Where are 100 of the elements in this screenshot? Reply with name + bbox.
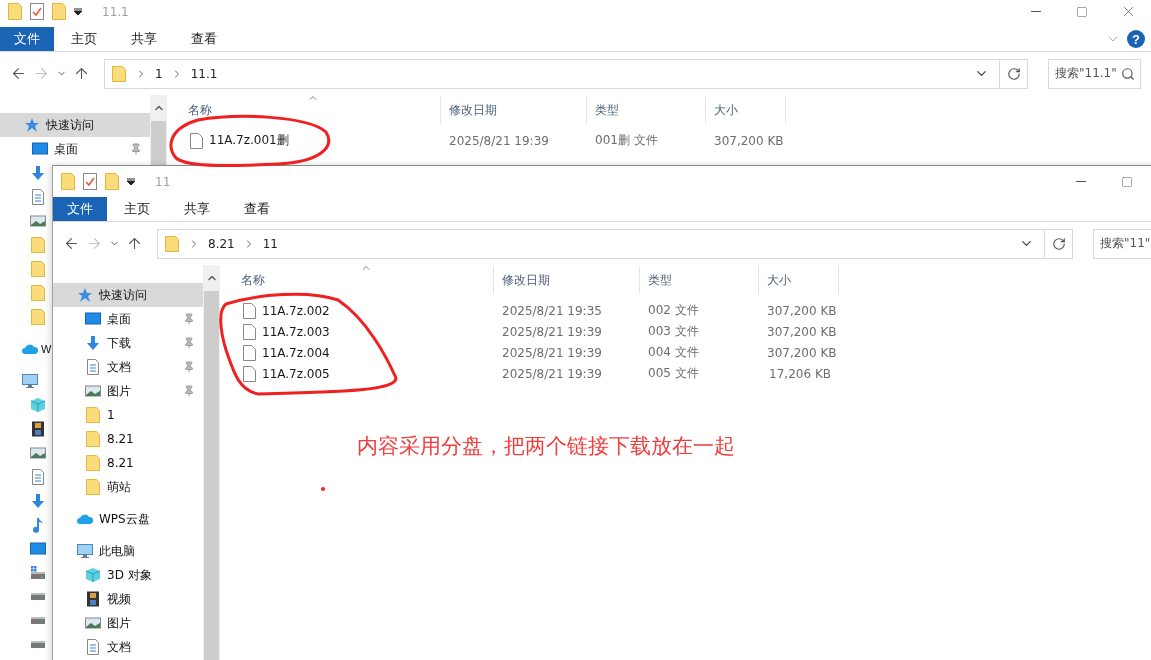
ribbon-tab[interactable]: 主页	[107, 197, 167, 221]
sidebar-item[interactable]: 3D 对象	[53, 563, 203, 587]
star-icon	[24, 117, 40, 133]
document-icon	[30, 469, 46, 485]
computer-icon	[77, 543, 93, 559]
sidebar-item[interactable]: 文档	[53, 355, 203, 379]
scroll-thumb[interactable]	[151, 121, 166, 165]
sidebar-item[interactable]: 快速访问	[0, 113, 150, 137]
sidebar-item[interactable]: WPS云盘	[53, 507, 203, 531]
search-field[interactable]: 搜索"11"	[1093, 228, 1151, 259]
down-arrow-icon	[30, 165, 46, 181]
column-header[interactable]: 修改日期	[441, 96, 587, 124]
breadcrumb[interactable]: 11.1	[190, 66, 218, 81]
scrollbar[interactable]	[150, 95, 167, 165]
folder-icon	[52, 3, 66, 20]
sidebar-label[interactable]: W	[41, 343, 52, 355]
column-header[interactable]: 名称	[167, 96, 441, 124]
search-field[interactable]: 搜索"11.1"	[1048, 58, 1141, 89]
refresh-button[interactable]	[1045, 228, 1073, 259]
down-arrow-icon	[85, 335, 101, 351]
file-name[interactable]: 11A.7z.004	[220, 344, 494, 361]
sidebar-item[interactable]: 1	[53, 403, 203, 427]
type-cell-text: 005 文件	[647, 365, 700, 382]
back-arrow-icon[interactable]	[10, 65, 27, 82]
pin-icon[interactable]	[183, 337, 195, 349]
sidebar-item[interactable]: 下载	[53, 331, 203, 355]
minimize-icon	[1031, 11, 1041, 12]
sidebar-item[interactable]: 视频	[53, 587, 203, 611]
maximize-icon	[1121, 175, 1133, 188]
column-header[interactable]: 大小	[706, 96, 786, 124]
folder-icon	[164, 235, 180, 252]
folder-icon	[30, 285, 46, 301]
file-name[interactable]: 11A.7z.005	[220, 365, 494, 382]
ink-dot	[321, 487, 325, 491]
pin-icon[interactable]	[183, 361, 195, 373]
file-menu-button[interactable]: 文件	[0, 27, 54, 51]
dropdown-icon[interactable]	[74, 7, 82, 16]
address-bar[interactable]: 1 11.1	[104, 58, 1000, 89]
sidebar-item[interactable]: 8.21	[53, 427, 203, 451]
folder-icon	[85, 431, 101, 447]
sidebar-item[interactable]: 8.21	[53, 451, 203, 475]
sidebar-item[interactable]: 萌站	[53, 475, 203, 499]
column-header[interactable]: 名称	[220, 266, 494, 294]
drive-icon	[30, 617, 46, 625]
date-cell-text: 2025/8/21 19:39	[501, 324, 603, 339]
sidebar-item[interactable]: 文档	[53, 635, 203, 659]
sidebar-item[interactable]: 图片	[53, 379, 203, 403]
down-arrow-icon	[30, 493, 46, 509]
pin-icon[interactable]	[183, 313, 195, 325]
folder-icon	[85, 479, 101, 495]
file-icon	[243, 302, 256, 319]
computer-icon	[22, 373, 38, 389]
dropdown-icon[interactable]	[127, 177, 135, 186]
window-title: 11	[155, 174, 171, 189]
ribbon-tab[interactable]: 共享	[167, 197, 227, 221]
column-header[interactable]: 类型	[587, 96, 706, 124]
sidebar-item[interactable]: 快速访问	[53, 283, 203, 307]
scroll-thumb[interactable]	[204, 291, 219, 660]
file-menu-button[interactable]: 文件	[53, 197, 107, 221]
address-bar[interactable]: 8.21 11	[157, 228, 1045, 259]
checklist-icon	[30, 3, 44, 20]
help-button[interactable]: ?	[1127, 30, 1145, 48]
folder-icon	[30, 261, 46, 277]
minimize-icon	[1076, 181, 1086, 182]
refresh-button[interactable]	[1000, 58, 1028, 89]
file-icon	[243, 344, 256, 361]
folder-icon	[85, 407, 101, 423]
file-name[interactable]: 11A.7z.001删	[167, 132, 441, 149]
breadcrumb[interactable]: 1	[155, 66, 163, 81]
ribbon-tab[interactable]: 主页	[54, 27, 114, 51]
breadcrumb[interactable]: 8.21	[208, 236, 235, 251]
annotation-text: 内容采用分盘，把两个链接下载放在一起	[357, 433, 735, 460]
folder-icon	[105, 173, 119, 190]
image-icon	[30, 213, 46, 229]
cube-icon	[30, 397, 46, 413]
monitor-icon	[32, 141, 48, 157]
type-cell-text: 002 文件	[647, 302, 700, 319]
file-name[interactable]: 11A.7z.002	[220, 302, 494, 319]
sidebar-item[interactable]: 此电脑	[53, 539, 203, 563]
column-header[interactable]: 修改日期	[494, 266, 640, 294]
type-cell-text: 001删 文件	[594, 132, 659, 149]
sidebar-item[interactable]: 桌面	[0, 137, 150, 161]
forward-arrow-icon[interactable]	[33, 65, 50, 82]
pin-icon[interactable]	[130, 143, 142, 155]
sidebar-item[interactable]: 桌面	[53, 307, 203, 331]
folder-icon	[111, 65, 127, 82]
sidebar-item[interactable]: 图片	[53, 611, 203, 635]
ribbon-tab[interactable]: 查看	[227, 197, 287, 221]
monitor-icon	[30, 541, 46, 557]
scrollbar[interactable]	[203, 265, 220, 660]
file-name[interactable]: 11A.7z.003	[220, 323, 494, 340]
date-cell-text: 2025/8/21 19:39	[501, 366, 603, 381]
ribbon-tab[interactable]: 查看	[174, 27, 234, 51]
pin-icon[interactable]	[183, 385, 195, 397]
type-cell-text: 003 文件	[647, 323, 700, 340]
column-header[interactable]: 类型	[640, 266, 759, 294]
column-header[interactable]: 大小	[759, 266, 839, 294]
ribbon-tab[interactable]: 共享	[114, 27, 174, 51]
folder-icon	[30, 309, 46, 325]
breadcrumb[interactable]: 11	[262, 236, 278, 251]
